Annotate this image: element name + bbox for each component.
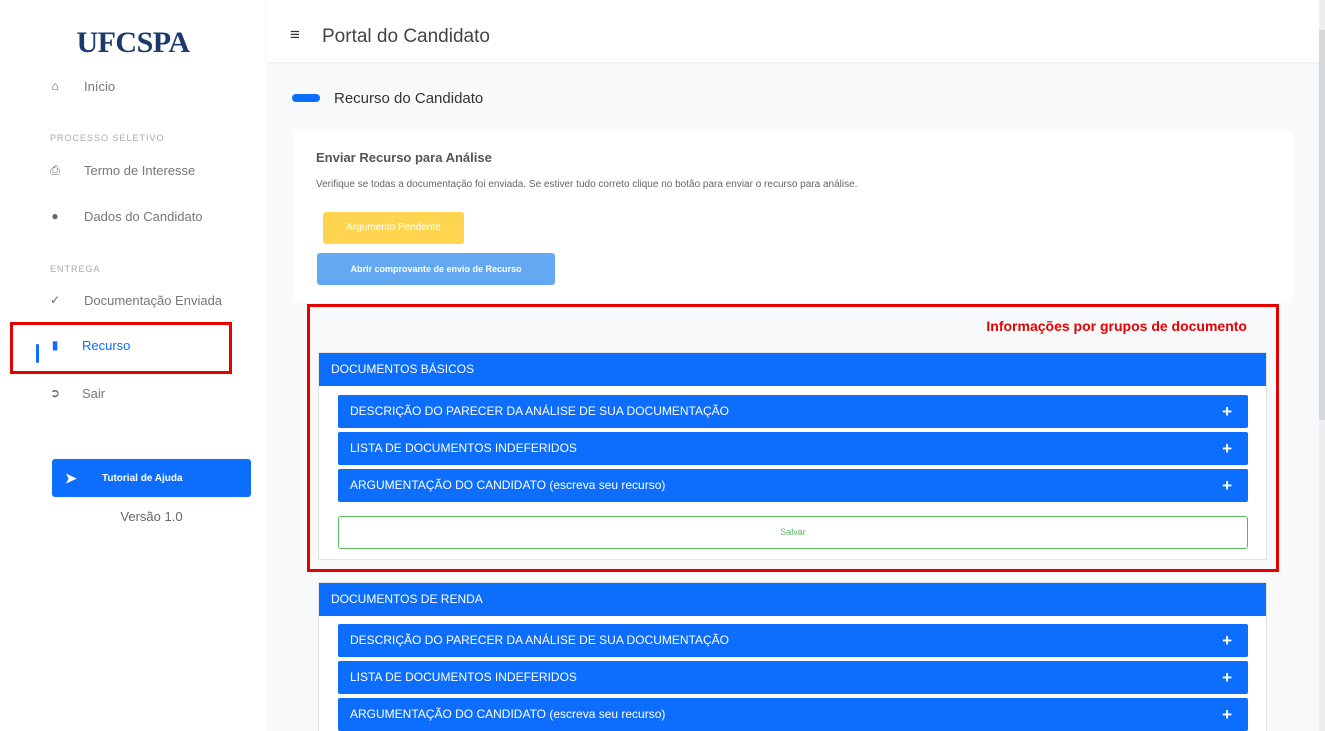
sidebar-item-label: Dados do Candidato: [84, 208, 203, 224]
accordion-parecer[interactable]: DESCRIÇÃO DO PARECER DA ANÁLISE DE SUA D…: [338, 624, 1248, 657]
accordion-indeferidos[interactable]: LISTA DE DOCUMENTOS INDEFERIDOS +: [338, 661, 1248, 694]
print-icon: ⎙: [50, 162, 60, 177]
open-receipt-button[interactable]: Abrir comprovante de envio de Recurso: [317, 253, 555, 285]
accordion-label: ARGUMENTAÇÃO DO CANDIDATO (escreva seu r…: [350, 707, 666, 721]
sidebar-item-label: Documentação Enviada: [84, 292, 223, 308]
help-button-label: Tutorial de Ajuda: [102, 472, 183, 484]
help-tutorial-button[interactable]: ➤ Tutorial de Ajuda: [52, 459, 251, 497]
group-documentos-renda: DOCUMENTOS DE RENDA DESCRIÇÃO DO PARECER…: [318, 582, 1267, 731]
sidebar-item-label: Sair: [82, 385, 106, 401]
accordion-label: LISTA DE DOCUMENTOS INDEFERIDOS: [350, 670, 577, 684]
scrollbar-thumb[interactable]: [1319, 30, 1325, 420]
annotation-label: Informações por grupos de documento: [986, 318, 1247, 334]
rocket-icon: ➤: [65, 469, 77, 486]
logo: UFCSPA: [76, 26, 190, 59]
accordion-argumentacao[interactable]: ARGUMENTAÇÃO DO CANDIDATO (escreva seu r…: [338, 698, 1248, 731]
sidebar-item-label: Início: [84, 78, 116, 94]
hamburger-icon[interactable]: ≡: [290, 26, 300, 43]
section-pill-marker: [292, 94, 320, 102]
card-title: Enviar Recurso para Análise: [316, 150, 492, 165]
section-title: Recurso do Candidato: [334, 90, 484, 107]
submit-card: Enviar Recurso para Análise Verifique se…: [293, 131, 1293, 303]
check-icon: ✓: [49, 293, 61, 307]
highlight-box-recurso: [10, 322, 232, 374]
plus-icon[interactable]: +: [1222, 698, 1232, 731]
version-text: Versão 1.0: [120, 509, 183, 524]
card-description: Verifique se todas a documentação foi en…: [316, 179, 858, 190]
header: ≡ Portal do Candidato: [266, 0, 1325, 62]
page-title: Portal do Candidato: [322, 26, 490, 47]
home-icon: ⌂: [51, 79, 59, 93]
section-label-entrega: ENTREGA: [50, 264, 101, 274]
group-header: DOCUMENTOS DE RENDA: [319, 583, 1266, 616]
status-pending-button[interactable]: Argumento Pendente: [323, 212, 464, 244]
user-icon: ●: [51, 209, 59, 223]
highlight-box-groups: [307, 304, 1279, 572]
section-label-processo: PROCESSO SELETIVO: [50, 133, 165, 143]
plus-icon[interactable]: +: [1222, 661, 1232, 694]
plus-icon[interactable]: +: [1222, 624, 1232, 657]
sign-out-icon: ➲: [49, 386, 61, 400]
sidebar-item-label: Termo de Interesse: [84, 162, 196, 178]
sidebar: UFCSPA ⌂ Início PROCESSO SELETIVO ⎙ Term…: [0, 0, 266, 731]
accordion-label: DESCRIÇÃO DO PARECER DA ANÁLISE DE SUA D…: [350, 633, 729, 647]
